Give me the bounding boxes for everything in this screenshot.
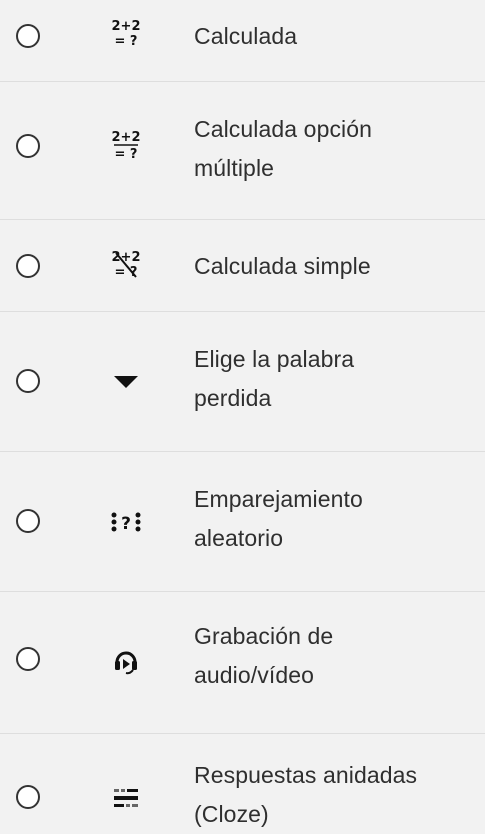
question-type-option-grabacion-audio-video[interactable]: Grabación de audio/vídeo: [0, 592, 485, 734]
label-line-1: Calculada: [194, 23, 298, 49]
label-line-2: múltiple: [194, 155, 275, 181]
radio-button[interactable]: [16, 369, 40, 393]
label-line-1: Calculada opción: [194, 116, 373, 142]
question-type-label: Calculada: [194, 17, 479, 56]
label-line-1: Emparejamiento: [194, 486, 363, 512]
question-type-label: Calculada simple: [194, 247, 479, 286]
calculated-simple-icon: 2+2 = ?: [100, 245, 152, 285]
label-line-2: (Cloze): [194, 801, 269, 827]
calculated-icon-top: 2+2: [112, 130, 141, 145]
radio-button[interactable]: [16, 134, 40, 158]
calculated-multichoice-icon: 2+2 = ?: [100, 125, 152, 165]
radio-button[interactable]: [16, 509, 40, 533]
question-type-label: Grabación de audio/vídeo: [194, 617, 479, 695]
radio-button[interactable]: [16, 24, 40, 48]
question-type-label: Calculada opción múltiple: [194, 110, 479, 188]
label-line-2: audio/vídeo: [194, 662, 315, 688]
label-line-1: Elige la palabra: [194, 346, 355, 372]
label-line-2: aleatorio: [194, 525, 284, 551]
label-line-2: perdida: [194, 385, 272, 411]
radio-button[interactable]: [16, 647, 40, 671]
question-type-option-respuestas-anidadas-cloze[interactable]: Respuestas anidadas (Cloze): [0, 734, 485, 832]
random-matching-icon: ?: [100, 502, 152, 542]
question-type-label: Elige la palabra perdida: [194, 340, 479, 418]
question-type-label: Emparejamiento aleatorio: [194, 480, 479, 558]
radio-button[interactable]: [16, 785, 40, 809]
calculated-icon-bottom: = ?: [115, 265, 138, 280]
record-audio-video-icon: [100, 640, 152, 680]
label-line-1: Respuestas anidadas: [194, 762, 418, 788]
calculated-icon: 2+2 = ?: [100, 14, 152, 54]
question-type-option-emparejamiento-aleatorio[interactable]: ? Emparejamiento aleatorio: [0, 452, 485, 592]
cloze-icon: [100, 778, 152, 818]
question-type-option-calculada[interactable]: 2+2 = ? Calculada: [0, 0, 485, 82]
calculated-icon-bottom: = ?: [115, 147, 138, 162]
radio-button[interactable]: [16, 254, 40, 278]
matching-mark: ?: [121, 514, 131, 534]
question-type-label: Respuestas anidadas (Cloze): [194, 756, 479, 834]
calculated-icon-top: 2+2: [112, 250, 141, 265]
calculated-icon-bottom: = ?: [115, 34, 138, 49]
label-line-1: Calculada simple: [194, 253, 371, 279]
dropdown-triangle-icon: [100, 361, 152, 401]
question-type-option-elige-la-palabra-perdida[interactable]: Elige la palabra perdida: [0, 312, 485, 452]
calculated-icon-top: 2+2: [112, 19, 141, 34]
label-line-1: Grabación de: [194, 623, 334, 649]
question-type-option-calculada-opcion-multiple[interactable]: 2+2 = ? Calculada opción múltiple: [0, 82, 485, 220]
question-type-option-calculada-simple[interactable]: 2+2 = ? Calculada simple: [0, 220, 485, 312]
question-type-list: 2+2 = ? Calculada 2+2 = ? Calculada opci…: [0, 0, 485, 832]
